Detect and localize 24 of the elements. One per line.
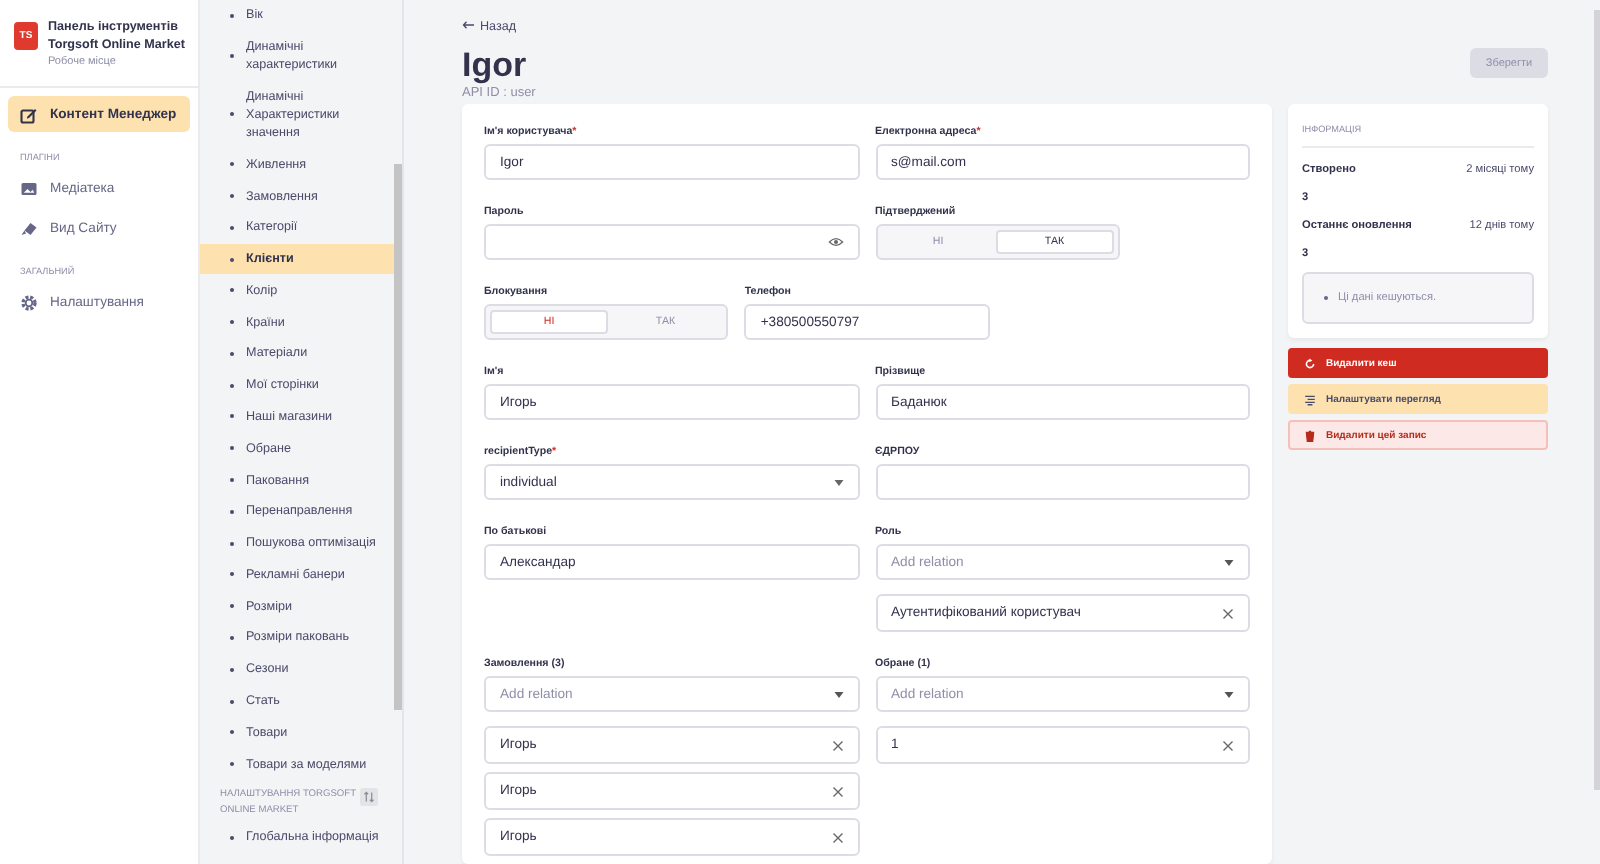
- close-icon[interactable]: [831, 785, 843, 797]
- scrollbar[interactable]: [394, 164, 402, 710]
- brush-icon: [20, 219, 38, 237]
- edit-icon: [20, 105, 38, 123]
- trash-icon: [1304, 429, 1316, 441]
- list-icon: [1304, 393, 1316, 405]
- caret-icon: [833, 479, 843, 485]
- close-icon[interactable]: [1222, 607, 1234, 619]
- arrow-left-icon: [462, 20, 474, 30]
- password-input[interactable]: [484, 224, 859, 260]
- settings-icon: [20, 293, 38, 311]
- scrollbar[interactable]: [1594, 10, 1600, 790]
- page-title: Igor: [462, 48, 529, 84]
- caret-icon: [1224, 559, 1234, 565]
- close-icon[interactable]: [831, 739, 843, 751]
- eye-icon[interactable]: [827, 236, 843, 248]
- close-icon[interactable]: [831, 831, 843, 843]
- refresh-icon: [1304, 357, 1316, 369]
- sort-icon[interactable]: [360, 787, 378, 806]
- text-input[interactable]: [875, 464, 1250, 500]
- caret-icon: [1224, 691, 1234, 697]
- close-icon[interactable]: [1222, 739, 1234, 751]
- image-icon: [20, 179, 38, 197]
- caret-icon: [833, 691, 843, 697]
